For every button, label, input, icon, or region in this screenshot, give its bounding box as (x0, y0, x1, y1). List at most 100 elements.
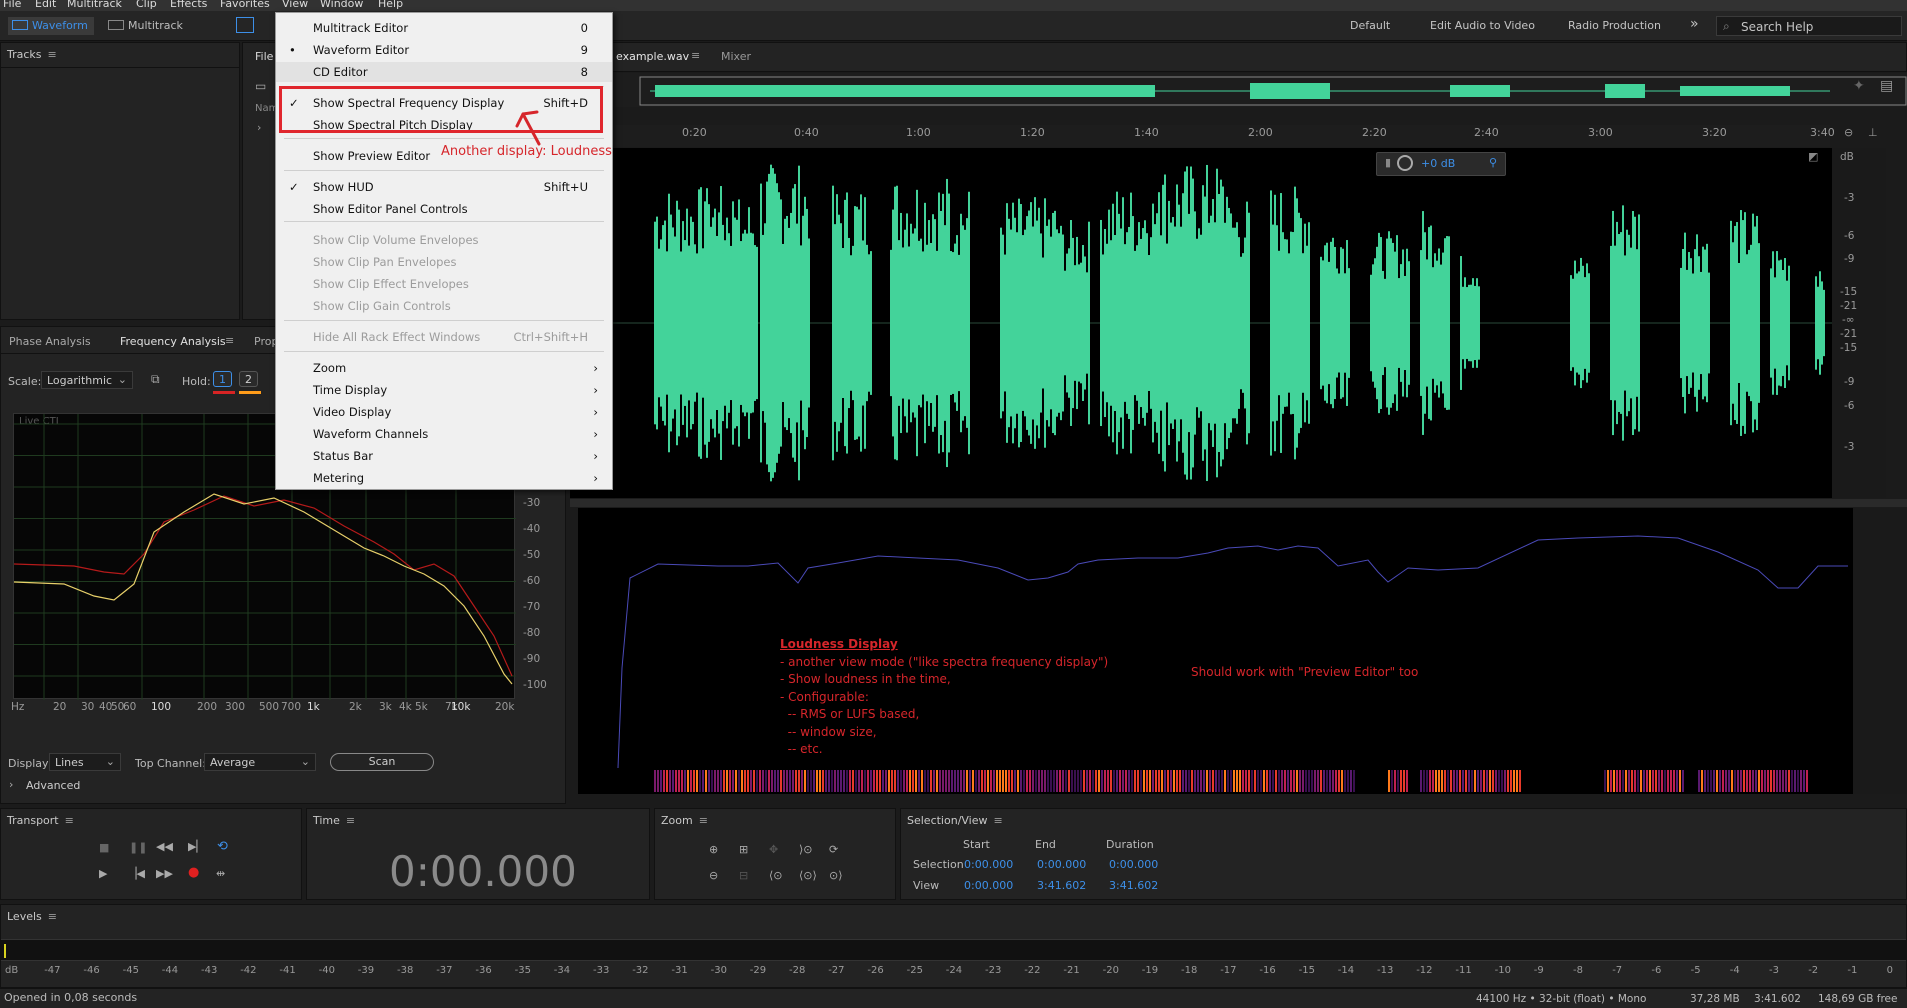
splitter[interactable] (570, 499, 1907, 507)
menu-item-time-display[interactable]: Time Display › (276, 380, 612, 400)
record-icon[interactable]: ● (188, 865, 199, 880)
panel-menu-icon[interactable]: ≡ (691, 49, 700, 62)
waveform-mode-button[interactable]: Waveform (8, 17, 94, 35)
workspace-radio-production[interactable]: Radio Production (1568, 19, 1661, 32)
zoom-out-full-icon[interactable]: ⟨⊙⟩ (799, 869, 817, 882)
scale-select[interactable]: Logarithmic ⌄ (41, 371, 133, 389)
menu-edit[interactable]: Edit (35, 0, 56, 10)
hold-button-2[interactable]: 2 (239, 371, 258, 387)
expand-icon[interactable]: ◩ (1808, 150, 1818, 163)
loudness-display[interactable] (578, 508, 1853, 794)
menu-clip[interactable]: Clip (136, 0, 157, 10)
hud-pin-icon[interactable]: ⚲ (1489, 156, 1497, 169)
go-to-end-icon[interactable]: ▶▏ (188, 840, 205, 853)
panel-menu-icon[interactable]: ≡ (699, 814, 708, 827)
menu-view[interactable]: View (282, 0, 308, 10)
zoom-in-time-icon[interactable]: ⊞ (739, 843, 748, 856)
menu-file[interactable]: File (3, 0, 21, 10)
menu-item-show-clip-volume-envelopes[interactable]: Show Clip Volume Envelopes (276, 230, 612, 250)
workspace-default[interactable]: Default (1350, 19, 1390, 32)
menu-item-show-hud[interactable]: ✓ Show HUD Shift+U (276, 177, 612, 197)
selection-start-field[interactable]: 0:00.000 (964, 858, 1013, 871)
waveform-bar (1058, 233, 1060, 413)
menu-item-video-display[interactable]: Video Display › (276, 402, 612, 422)
editor-tab-file[interactable]: example.wav (616, 50, 689, 63)
selection-duration-field[interactable]: 0:00.000 (1109, 858, 1158, 871)
rewind-icon[interactable]: ◀◀ (156, 840, 173, 853)
multitrack-mode-button[interactable]: Multitrack (104, 17, 189, 35)
waveform-canvas[interactable] (570, 148, 1832, 498)
volume-knob-icon[interactable] (1397, 155, 1413, 171)
menu-item-cd-editor[interactable]: CD Editor 8 (276, 62, 612, 82)
hold-button-1[interactable]: 1 (213, 371, 232, 387)
zoom-out-amplitude-icon[interactable]: ⊖ (709, 869, 718, 882)
view-duration-field[interactable]: 3:41.602 (1109, 879, 1158, 892)
tab-phase-analysis[interactable]: Phase Analysis (9, 335, 91, 348)
tab-frequency-analysis[interactable]: Frequency Analysis (120, 335, 226, 348)
menu-item-zoom[interactable]: Zoom › (276, 358, 612, 378)
menu-item-show-clip-pan-envelopes[interactable]: Show Clip Pan Envelopes (276, 252, 612, 272)
waveform-display[interactable]: ▮ +0 dB ⚲ (570, 148, 1832, 498)
menu-item-show-editor-panel-controls[interactable]: Show Editor Panel Controls (276, 199, 612, 219)
advanced-chevron-icon[interactable]: › (9, 778, 13, 791)
hud-gain-value[interactable]: +0 dB (1421, 157, 1455, 170)
play-icon[interactable]: ▶ (99, 867, 107, 880)
zoom-out-time-icon[interactable]: ⊟ (739, 869, 748, 882)
menu-item-show-clip-effect-envelopes[interactable]: Show Clip Effect Envelopes (276, 274, 612, 294)
pause-icon[interactable]: ❚❚ (129, 841, 147, 854)
move-tool-icon[interactable] (236, 17, 254, 33)
scan-button[interactable]: Scan (330, 753, 434, 771)
zoom-out-left-icon[interactable]: ⟨⊙ (769, 869, 783, 882)
skip-icon[interactable]: ⇹ (216, 867, 225, 880)
view-end-field[interactable]: 3:41.602 (1037, 879, 1086, 892)
search-box[interactable]: ⌕ Search Help (1716, 16, 1902, 36)
more-workspaces-button[interactable]: » (1690, 16, 1699, 32)
menu-help[interactable]: Help (378, 0, 403, 10)
stop-icon[interactable]: ■ (99, 841, 109, 854)
menu-item-waveform-editor[interactable]: • Waveform Editor 9 (276, 40, 612, 60)
overview-waveform[interactable] (570, 73, 1907, 107)
timecode-icon[interactable]: ⊖ (1844, 126, 1853, 139)
menu-item-status-bar[interactable]: Status Bar › (276, 446, 612, 466)
loudness-canvas[interactable] (578, 508, 1853, 794)
hud-volume[interactable]: ▮ +0 dB ⚲ (1376, 152, 1506, 176)
zoom-in-point-icon[interactable]: ⟩⊙ (799, 843, 813, 856)
menu-effects[interactable]: Effects (170, 0, 207, 10)
top-channel-select[interactable]: Average ⌄ (204, 753, 316, 771)
panel-menu-icon[interactable]: ≡ (994, 814, 1003, 827)
panel-menu-icon[interactable]: ≡ (346, 814, 355, 827)
menu-item-hide-all-rack-effect-windows[interactable]: Hide All Rack Effect Windows Ctrl+Shift+H (276, 327, 612, 347)
editor-tab-mixer[interactable]: Mixer (721, 50, 751, 63)
copy-icon[interactable]: ⧉ (151, 372, 160, 387)
loop-icon[interactable]: ⟲ (217, 839, 228, 854)
expand-chevron-icon[interactable]: › (257, 121, 261, 134)
view-start-field[interactable]: 0:00.000 (964, 879, 1013, 892)
panel-menu-icon[interactable]: ≡ (48, 48, 57, 61)
open-folder-icon[interactable]: ▭ (255, 79, 266, 93)
zoom-out-right-icon[interactable]: ⊙⟩ (829, 869, 843, 882)
zoom-selection-icon[interactable]: ✥ (769, 843, 778, 856)
files-tab[interactable]: File (255, 50, 273, 63)
fast-forward-icon[interactable]: ▶▶ (156, 867, 173, 880)
menu-window[interactable]: Window (320, 0, 363, 10)
menu-item-show-clip-gain-controls[interactable]: Show Clip Gain Controls (276, 296, 612, 316)
pin-icon[interactable]: ⊥ (1868, 126, 1878, 139)
workspace-edit-audio-to-video[interactable]: Edit Audio to Video (1430, 19, 1535, 32)
panel-menu-icon[interactable]: ≡ (48, 910, 57, 923)
menu-item-waveform-channels[interactable]: Waveform Channels › (276, 424, 612, 444)
selection-end-field[interactable]: 0:00.000 (1037, 858, 1086, 871)
advanced-toggle[interactable]: Advanced (26, 779, 80, 792)
menu-favorites[interactable]: Favorites (220, 0, 270, 10)
panel-options-icon[interactable]: ▤ (1880, 78, 1893, 94)
zoom-in-amplitude-icon[interactable]: ⊕ (709, 843, 718, 856)
panel-menu-icon[interactable]: ≡ (225, 334, 234, 347)
display-select[interactable]: Lines ⌄ (49, 753, 121, 771)
zoom-reset-icon[interactable]: ⟳ (829, 843, 838, 856)
go-to-start-icon[interactable]: ▕◀ (128, 867, 145, 880)
menu-multitrack[interactable]: Multitrack (67, 0, 122, 10)
timeline-ruler[interactable]: 0:20 0:40 1:00 1:20 1:40 2:00 2:20 2:40 … (570, 125, 1835, 147)
zoom-to-selection-icon[interactable]: ✦ (1853, 78, 1865, 94)
menu-item-metering[interactable]: Metering › (276, 468, 612, 488)
menu-item-multitrack-editor[interactable]: Multitrack Editor 0 (276, 18, 612, 38)
panel-menu-icon[interactable]: ≡ (65, 814, 74, 827)
